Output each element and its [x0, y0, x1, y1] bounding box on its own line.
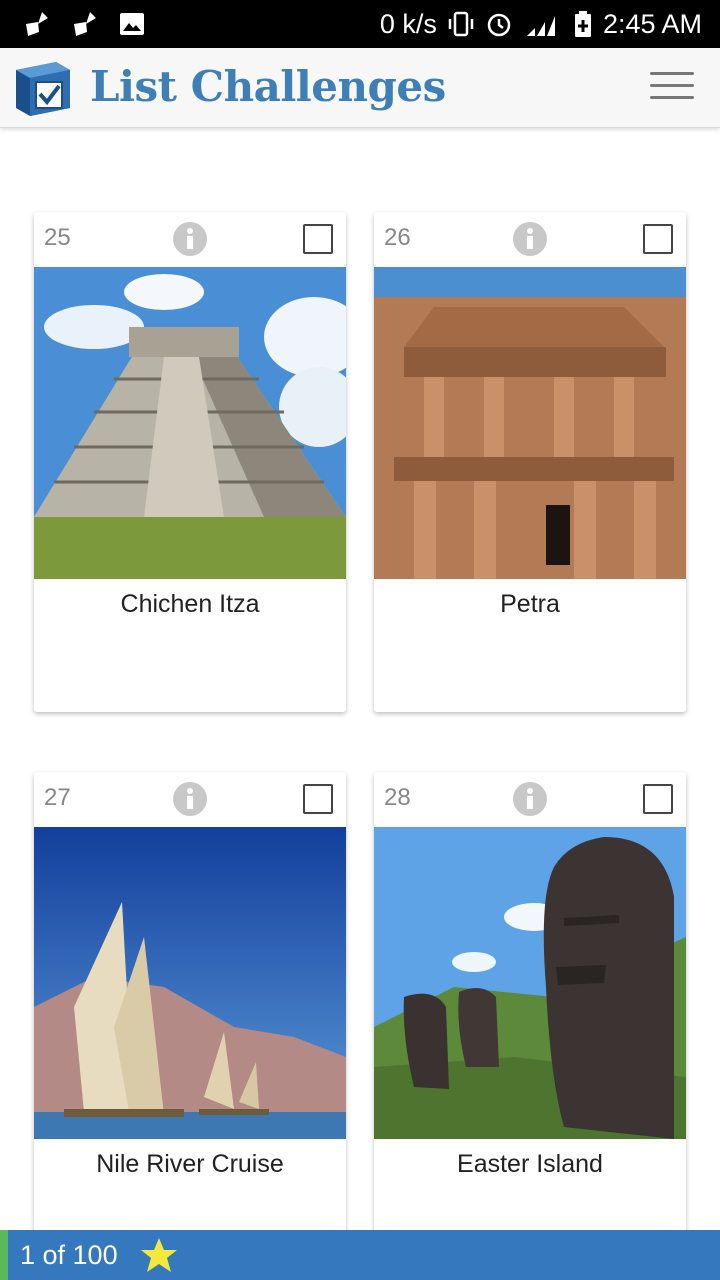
brand-title[interactable]: List Challenges	[90, 62, 446, 111]
logo-icon[interactable]	[8, 56, 74, 120]
progress-footer: 1 of 100	[0, 1230, 720, 1280]
item-number: 26	[384, 224, 411, 251]
item-image[interactable]	[374, 827, 686, 1139]
item-checkbox[interactable]	[643, 224, 673, 254]
battery-icon	[574, 11, 591, 37]
broom-icon	[74, 12, 96, 36]
vibrate-icon	[448, 11, 474, 37]
info-icon[interactable]	[172, 781, 208, 817]
item-checkbox[interactable]	[643, 784, 673, 814]
hamburger-icon[interactable]	[650, 72, 694, 104]
progress-counter[interactable]: 1 of 100	[20, 1240, 118, 1271]
image-icon	[120, 13, 144, 35]
info-icon[interactable]	[512, 781, 548, 817]
list-item[interactable]: 27 Nile River Cruise	[34, 772, 346, 1272]
status-notifications	[22, 10, 146, 38]
item-title: Easter Island	[457, 1150, 603, 1178]
item-title: Nile River Cruise	[96, 1150, 284, 1178]
list-item[interactable]: 28 Easter Island	[374, 772, 686, 1272]
network-speed: 0 k/s	[379, 8, 437, 39]
item-image[interactable]	[34, 827, 346, 1139]
item-number: 27	[44, 784, 71, 811]
footer-accent	[0, 1230, 8, 1280]
list-item[interactable]: 25 Chichen Itza	[34, 212, 346, 712]
list-item[interactable]: 26 Petra	[374, 212, 686, 712]
item-image[interactable]	[374, 267, 686, 579]
clock: 2:45 AM	[602, 8, 702, 39]
broom-icon	[26, 12, 48, 36]
info-icon[interactable]	[172, 221, 208, 257]
star-icon[interactable]	[140, 1237, 178, 1273]
item-checkbox[interactable]	[303, 784, 333, 814]
item-image[interactable]	[34, 267, 346, 579]
item-number: 25	[44, 224, 71, 251]
app-header: List Challenges	[0, 48, 720, 128]
alarm-icon	[487, 13, 511, 37]
info-icon[interactable]	[512, 221, 548, 257]
status-system: 0 k/s 2:45 AM	[380, 0, 702, 48]
item-checkbox[interactable]	[303, 224, 333, 254]
item-title: Chichen Itza	[120, 590, 260, 618]
item-title: Petra	[500, 590, 560, 618]
status-bar: 0 k/s 2:45 AM	[0, 0, 720, 48]
signal-icon	[526, 16, 555, 36]
item-number: 28	[384, 784, 411, 811]
